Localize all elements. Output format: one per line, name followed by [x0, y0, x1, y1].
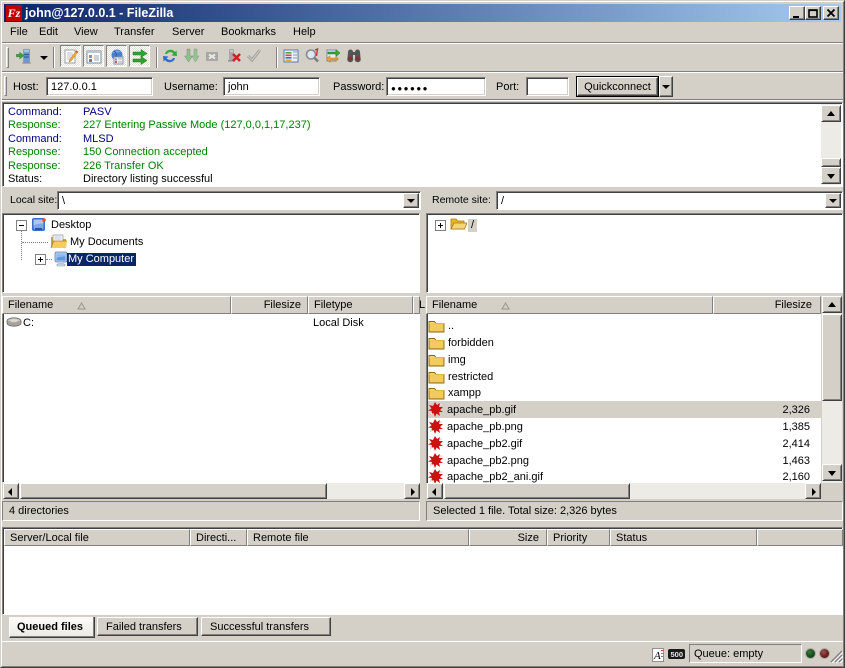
svg-text:500: 500 — [671, 650, 684, 659]
svg-text:A: A — [653, 650, 661, 662]
